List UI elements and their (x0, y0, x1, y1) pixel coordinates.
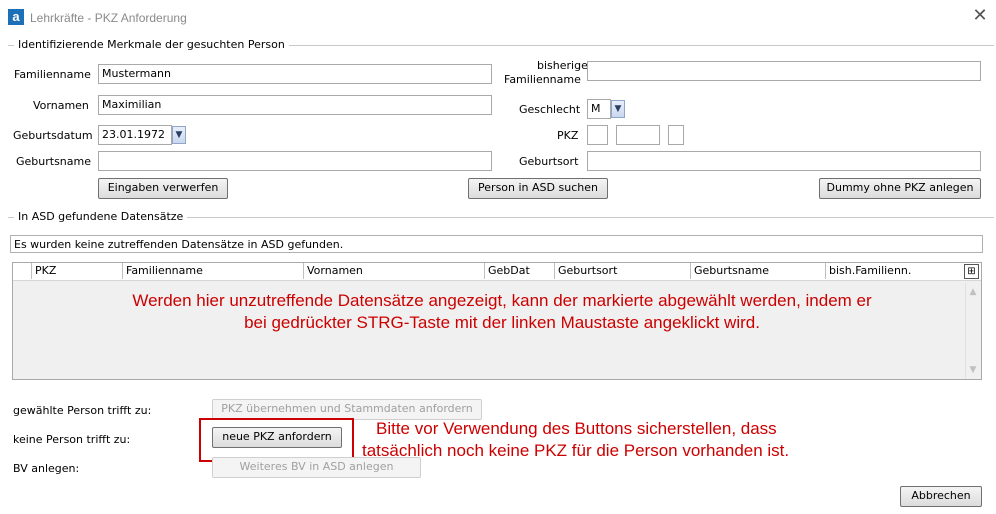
section-title-identifying: Identifizierende Merkmale der gesuchten … (14, 38, 289, 51)
geburtsort-field[interactable] (587, 151, 981, 171)
pkz-label: PKZ (557, 129, 579, 142)
column-header-familienname[interactable]: Familienname (122, 263, 203, 279)
close-icon[interactable]: ✕ (970, 6, 990, 26)
app-logo-icon: a (8, 9, 24, 25)
scroll-up-icon[interactable]: ▲ (966, 287, 980, 297)
annotation-note-pkz: Bitte vor Verwendung des Buttons sichers… (362, 418, 862, 462)
scroll-down-icon[interactable]: ▼ (966, 365, 980, 375)
geburtsname-field[interactable] (98, 151, 492, 171)
column-header-geburtsname[interactable]: Geburtsname (690, 263, 769, 279)
pkz-uebernehmen-button[interactable]: PKZ übernehmen und Stammdaten anfordern (212, 399, 482, 420)
vornamen-field[interactable]: Maximilian (98, 95, 492, 115)
column-header-bish-familienname[interactable]: bish.Familienn. (825, 263, 911, 279)
annotation-line: bei gedrückter STRG-Taste mit der linken… (244, 313, 760, 332)
geschlecht-select[interactable]: M (587, 99, 611, 119)
pkz-field-part2[interactable] (616, 125, 660, 145)
vornamen-label: Vornamen (33, 99, 89, 112)
geburtsname-label: Geburtsname (16, 155, 92, 168)
pkz-field-part3[interactable] (668, 125, 684, 145)
chevron-down-icon[interactable]: ▼ (611, 100, 625, 118)
column-header-gebdat[interactable]: GebDat (484, 263, 530, 279)
annotation-note-deselect: Werden hier unzutreffende Datensätze ang… (62, 290, 942, 334)
chevron-down-icon[interactable]: ▼ (172, 126, 186, 144)
annotation-line: tatsächlich noch keine PKZ für die Perso… (362, 441, 790, 460)
neue-pkz-anfordern-button[interactable]: neue PKZ anfordern (212, 427, 342, 448)
person-suchen-button[interactable]: Person in ASD suchen (468, 178, 608, 199)
bisheriger-familienname-field[interactable] (587, 61, 981, 81)
annotation-line: Bitte vor Verwendung des Buttons sichers… (376, 419, 777, 438)
column-header-geburtsort[interactable]: Geburtsort (554, 263, 617, 279)
abbrechen-button[interactable]: Abbrechen (900, 486, 982, 507)
geschlecht-label: Geschlecht (519, 103, 581, 116)
column-header-pkz[interactable]: PKZ (31, 263, 56, 279)
column-header-vornamen[interactable]: Vornamen (303, 263, 363, 279)
dummy-anlegen-button[interactable]: Dummy ohne PKZ anlegen (819, 178, 981, 199)
familienname-field[interactable]: Mustermann (98, 64, 492, 84)
pkz-field-part1[interactable] (587, 125, 608, 145)
geburtsdatum-field[interactable]: 23.01.1972 (98, 125, 172, 145)
keine-person-label: keine Person trifft zu: (13, 433, 131, 446)
section-title-found-records: In ASD gefundene Datensätze (14, 210, 188, 223)
bv-anlegen-label: BV anlegen: (13, 462, 80, 475)
column-chooser-icon[interactable]: ⊞ (964, 264, 979, 279)
annotation-line: Werden hier unzutreffende Datensätze ang… (132, 291, 872, 310)
gewaehlte-person-label: gewählte Person trifft zu: (13, 404, 152, 417)
familienname-label: Familienname (14, 68, 91, 81)
geburtsort-label: Geburtsort (519, 155, 579, 168)
eingaben-verwerfen-button[interactable]: Eingaben verwerfen (98, 178, 228, 199)
geburtsdatum-label: Geburtsdatum (13, 129, 93, 142)
bisheriger-label-line2: Familienname (504, 73, 581, 86)
search-status-text: Es wurden keine zutreffenden Datensätze … (10, 235, 983, 253)
window-title: Lehrkräfte - PKZ Anforderung (30, 11, 187, 25)
bisheriger-label-line1: bisheriger (537, 59, 593, 72)
